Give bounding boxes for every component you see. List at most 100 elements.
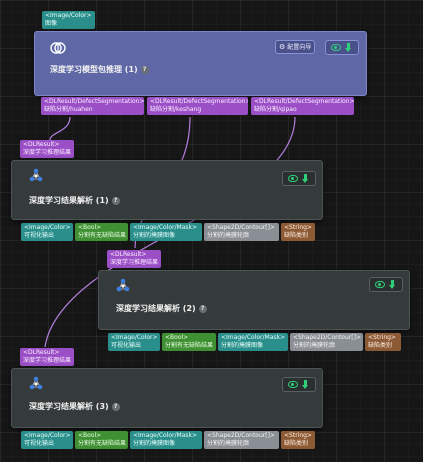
port-name: 分割有无缺陷结果 [78, 440, 127, 447]
port-name: 分割有无缺陷结果 [78, 232, 127, 239]
parse-1-output-visual[interactable]: <Image/Color> 可视化输出 [21, 223, 73, 241]
port-type: <String> [284, 432, 312, 439]
output-port-qipao[interactable]: <DLResult/DefectSegmentation> 缺陷分割/qipao [251, 97, 354, 115]
port-name: 分割的掩膜图像 [133, 232, 176, 239]
main-node-input-port[interactable]: <Image/Color> 图像 [42, 11, 95, 29]
output-port-huahen[interactable]: <DLResult/DefectSegmentation> 缺陷分割/huahe… [41, 97, 144, 115]
port-type: <Image/Color/Mask> [221, 334, 286, 341]
port-type: <Bool> [165, 334, 189, 341]
port-type: <Image/Color/Mask> [133, 432, 198, 439]
eye-icon[interactable] [288, 175, 298, 182]
wire-huahen-to-parse-1 [49, 116, 71, 141]
port-type: <Bool> [78, 432, 102, 439]
download-arrow-icon [389, 285, 395, 289]
port-type: <DLResult> [110, 251, 147, 258]
port-name: 分割的掩膜图像 [133, 440, 176, 447]
port-name: 分割的掩膜轮廓 [293, 342, 336, 349]
node-controls[interactable] [282, 377, 316, 392]
dl-result-parse-node-3[interactable]: 深度学习结果解析 (3)? [11, 368, 323, 428]
port-name: 缺陷类别 [368, 342, 393, 349]
download-arrow-icon [302, 179, 308, 183]
node-title-text: 深度学习结果解析 (3) [29, 402, 109, 411]
parse-1-output-mask[interactable]: <Image/Color/Mask> 分割的掩膜图像 [130, 223, 202, 241]
port-type: <Image/Color> [24, 432, 71, 439]
parse-1-input-port[interactable]: <DLResult> 深度学习推理结果 [20, 140, 75, 158]
port-name: 缺陷分割/qipao [254, 106, 297, 113]
port-name: 缺陷类别 [284, 440, 309, 447]
node-title: 深度学习结果解析 (3)? [29, 401, 120, 412]
port-name: 缺陷分割/huahen [44, 106, 93, 113]
parse-1-output-class[interactable]: <String> 缺陷类别 [281, 223, 315, 241]
parse-2-output-visual[interactable]: <Image/Color> 可视化输出 [108, 333, 160, 351]
port-type: <String> [284, 224, 312, 231]
parse-3-input-port[interactable]: <DLResult> 深度学习推理结果 [20, 348, 75, 366]
parse-3-output-visual[interactable]: <Image/Color> 可视化输出 [21, 431, 73, 449]
help-icon[interactable]: ? [111, 402, 120, 411]
node-title: 深度学习结果解析 (1)? [29, 195, 120, 206]
gear-icon: ⚙ [279, 43, 286, 51]
node-title-text: 深度学习结果解析 (1) [29, 196, 109, 205]
parse-1-output-bool[interactable]: <Bool> 分割有无缺陷结果 [75, 223, 128, 241]
port-type: <DLResult> [23, 349, 60, 356]
port-name: 分割的掩膜图像 [221, 342, 264, 349]
port-type: <Shape2D/Contour[]> [293, 334, 361, 341]
port-name: 图像 [45, 20, 58, 27]
dl-inference-node[interactable]: 深度学习模型包推理 (1)? ⚙ 配置向导 [34, 31, 367, 96]
node-title: 深度学习模型包推理 (1)? [50, 64, 149, 75]
port-name: 深度学习推理结果 [110, 259, 159, 266]
parse-3-output-contour[interactable]: <Shape2D/Contour[]> 分割的掩膜轮廓 [204, 431, 279, 449]
port-name: 可视化输出 [24, 232, 55, 239]
download-arrow-icon [302, 385, 308, 389]
port-type: <DLResult> [23, 141, 60, 148]
port-name: 缺陷分割/keshang [150, 106, 202, 113]
node-title-text: 深度学习模型包推理 (1) [50, 65, 138, 74]
eye-icon[interactable] [375, 281, 385, 288]
node-title: 深度学习结果解析 (2)? [116, 303, 207, 314]
port-type: <Image/Color> [45, 12, 92, 19]
port-type: <DLResult/DefectSegmentation> [254, 98, 354, 105]
port-type: <DLResult/DefectSegmentation> [44, 98, 144, 105]
node-controls[interactable] [282, 171, 316, 186]
port-name: 分割有无缺陷结果 [165, 342, 214, 349]
config-guide-button[interactable]: ⚙ 配置向导 [275, 40, 316, 54]
parse-2-output-class[interactable]: <String> 缺陷类别 [365, 333, 401, 351]
port-type: <Shape2D/Contour[]> [207, 224, 275, 231]
port-name: 可视化输出 [24, 440, 55, 447]
help-icon[interactable]: ? [198, 304, 207, 313]
node-controls[interactable] [369, 277, 403, 292]
config-guide-label: 配置向导 [287, 44, 312, 51]
download-arrow-icon [345, 48, 351, 52]
port-type: <DLResult/DefectSegmentation> [150, 98, 248, 105]
port-name: 缺陷类别 [284, 232, 309, 239]
help-icon[interactable]: ? [111, 196, 120, 205]
help-icon[interactable]: ? [140, 65, 149, 74]
port-name: 深度学习推理结果 [23, 357, 72, 364]
network-icon [29, 168, 43, 182]
network-icon [29, 376, 43, 390]
parse-2-output-contour[interactable]: <Shape2D/Contour[]> 分割的掩膜轮廓 [290, 333, 363, 351]
parse-1-output-contour[interactable]: <Shape2D/Contour[]> 分割的掩膜轮廓 [204, 223, 279, 241]
node-controls[interactable] [325, 40, 359, 55]
port-name: 深度学习推理结果 [23, 149, 72, 156]
port-type: <String> [368, 334, 396, 341]
parse-2-output-bool[interactable]: <Bool> 分割有无缺陷结果 [162, 333, 216, 351]
brain-icon [50, 42, 66, 54]
parse-2-output-mask[interactable]: <Image/Color/Mask> 分割的掩膜图像 [218, 333, 288, 351]
port-type: <Bool> [78, 224, 102, 231]
node-title-text: 深度学习结果解析 (2) [116, 304, 196, 313]
parse-3-output-bool[interactable]: <Bool> 分割有无缺陷结果 [75, 431, 128, 449]
port-name: 可视化输出 [111, 342, 142, 349]
port-name: 分割的掩膜轮廓 [207, 232, 250, 239]
dl-result-parse-node-1[interactable]: 深度学习结果解析 (1)? [11, 160, 323, 220]
output-port-keshang[interactable]: <DLResult/DefectSegmentation> 缺陷分割/kesha… [147, 97, 248, 115]
parse-3-output-mask[interactable]: <Image/Color/Mask> 分割的掩膜图像 [130, 431, 202, 449]
port-type: <Shape2D/Contour[]> [207, 432, 275, 439]
parse-3-output-class[interactable]: <String> 缺陷类别 [281, 431, 315, 449]
parse-2-input-port[interactable]: <DLResult> 深度学习推理结果 [107, 250, 162, 268]
port-type: <Image/Color/Mask> [133, 224, 198, 231]
eye-icon[interactable] [288, 381, 298, 388]
eye-icon[interactable] [331, 44, 341, 51]
port-type: <Image/Color> [24, 224, 71, 231]
dl-result-parse-node-2[interactable]: 深度学习结果解析 (2)? [98, 270, 410, 330]
port-type: <Image/Color> [111, 334, 158, 341]
